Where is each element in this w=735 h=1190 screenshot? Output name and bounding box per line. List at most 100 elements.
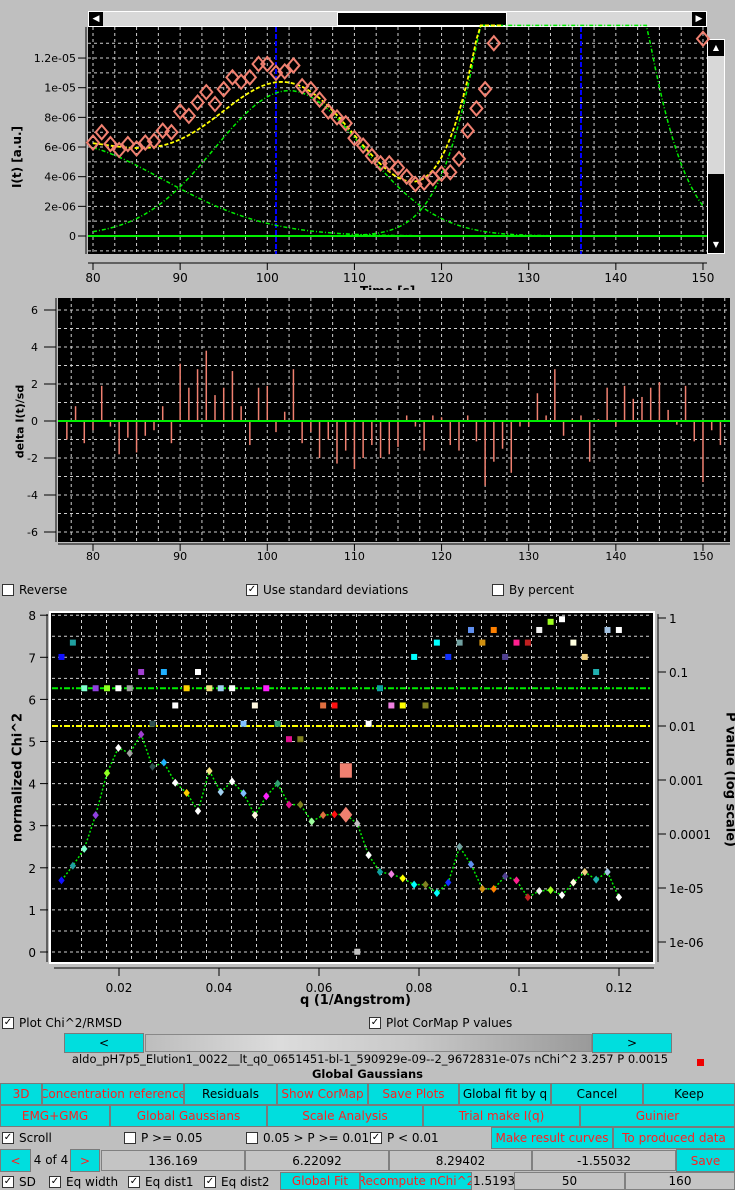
use-sd-label: Use standard deviations [263,583,409,597]
p-mid-checkbox[interactable]: 0.05 > P >= 0.01 [246,1131,369,1145]
pvalue-point [331,702,338,709]
x-tick-label: 0.1 [509,981,528,995]
checkbox-box[interactable] [124,1132,136,1144]
emg-gmg-button[interactable]: EMG+GMG [0,1105,110,1127]
pvalue-point [104,685,110,692]
checkbox-box[interactable] [246,1132,258,1144]
global-fit-by-q-button[interactable]: Global fit by q [459,1083,551,1105]
scroll-checkbox[interactable]: ✓ Scroll [2,1131,52,1145]
pvalue-point [615,626,622,633]
p-ge-005-checkbox[interactable]: P >= 0.05 [124,1131,203,1145]
status-indicator [697,1059,704,1066]
fit-start-field[interactable]: 50 [514,1172,625,1190]
curve-label: aldo_pH7p5_Elution1_0022__lt_q0_0651451-… [71,1052,669,1066]
recompute-nchi2-button[interactable]: Recompute nChi^2 [360,1172,472,1190]
eq-dist1-checkbox[interactable]: ✓ Eq dist1 [128,1175,194,1189]
param-field-3[interactable]: 8.29402 [389,1150,532,1171]
fit-end-field[interactable]: 160 [625,1172,735,1190]
y-tick-label: 4 [28,778,36,792]
pvalue-point [354,948,361,955]
residual-chart: -6 -4 -2 0 2 4 6 80 90 100 110 120 130 140 150 [27,298,730,563]
checkbox-box[interactable]: ✓ [246,584,258,596]
checkbox-box[interactable] [492,584,504,596]
y-tick-label: 1 [28,904,36,918]
checkbox-box[interactable]: ✓ [369,1017,381,1029]
save-plots-button[interactable]: Save Plots [368,1083,459,1105]
next-curve-button[interactable]: > [592,1033,672,1053]
global-fit-button[interactable]: Global Fit [280,1172,360,1190]
param-field-2[interactable]: 6.22092 [245,1150,389,1171]
scale-analysis-button[interactable]: Scale Analysis [267,1105,423,1127]
plot-cormap-checkbox[interactable]: ✓ Plot CorMap P values [369,1016,512,1030]
y-tick-label: -6 [27,526,38,539]
checkbox-box[interactable]: ✓ [204,1176,216,1188]
checkbox-box[interactable]: ✓ [2,1132,14,1144]
p-lt-001-checkbox[interactable]: ✓ P < 0.01 [370,1131,439,1145]
pvalue-point [286,736,292,743]
pvalue-point [251,702,258,709]
reverse-checkbox[interactable]: Reverse [2,583,67,597]
previous-page-button[interactable]: < [0,1149,31,1172]
x-axis-label: Time [s] [360,282,415,290]
previous-curve-button[interactable]: < [64,1033,144,1053]
checkbox-box[interactable]: ✓ [128,1176,140,1188]
save-button[interactable]: Save [676,1149,735,1172]
x-tick-label: 150 [692,271,715,285]
param-field-1[interactable]: 136.169 [101,1150,245,1171]
curve-slider[interactable] [145,1034,592,1052]
cancel-button[interactable]: Cancel [551,1083,643,1105]
checkbox-box[interactable]: ✓ [2,1176,14,1188]
residual-y-axis-label: delta I(t)/sd [13,384,27,459]
eq-dist2-label: Eq dist2 [221,1175,270,1189]
checkbox-box[interactable]: ✓ [370,1132,382,1144]
pvalue-point [456,639,463,646]
x-tick-label: 110 [344,550,365,563]
eq-dist2-checkbox[interactable]: ✓ Eq dist2 [204,1175,270,1189]
plot-chi2-checkbox[interactable]: ✓ Plot Chi^2/RMSD [2,1016,122,1030]
pvalue-point [160,669,167,675]
to-produced-data-button[interactable]: To produced data [613,1127,735,1149]
checkbox-box[interactable]: ✓ [49,1176,61,1188]
x-tick-label: 80 [86,550,100,563]
pvalue-point [229,685,236,692]
x-tick-label: 120 [431,550,452,563]
use-sd-checkbox[interactable]: ✓ Use standard deviations [246,583,408,597]
pvalue-point [92,685,99,692]
pvalue-point [593,669,600,675]
global-gaussians-button[interactable]: Global Gaussians [110,1105,267,1127]
pvalue-point [513,639,520,646]
show-cormap-button[interactable]: Show CorMap [277,1083,368,1105]
pvalue-point [604,626,611,633]
make-result-curves-button[interactable]: Make result curves [491,1127,613,1149]
param-field-4[interactable]: -1.55032 [532,1150,676,1171]
x-tick-label: 0.12 [606,981,633,995]
x-tick-label: 100 [257,550,278,563]
3d-button[interactable]: 3D [0,1083,42,1105]
pvalue-point [399,702,406,709]
pvalue-point [172,702,179,709]
checkbox-box[interactable]: ✓ [2,1017,14,1029]
pvalue-point [377,685,383,692]
pvalue-point [69,639,76,646]
y-tick-label: 3 [28,820,36,834]
concentration-reference-button[interactable]: Concentration reference [42,1083,184,1105]
y-tick-label: 4 [31,341,38,354]
y-tick-label: 4e-06 [44,171,76,184]
trial-make-iq-button[interactable]: Trial make I(q) [423,1105,580,1127]
y-tick-label: 0 [28,946,36,960]
p-ge-005-label: P >= 0.05 [141,1131,203,1145]
checkbox-box[interactable] [2,584,14,596]
y2-tick-label: 0.01 [669,720,696,734]
residuals-button[interactable]: Residuals [184,1083,277,1105]
y2-tick-label: 1e-05 [669,882,704,896]
by-percent-checkbox[interactable]: By percent [492,583,574,597]
guinier-button[interactable]: Guinier [580,1105,735,1127]
x-tick-label: 0.02 [106,981,133,995]
pvalue-point [433,639,440,646]
eq-width-checkbox[interactable]: ✓ Eq width [49,1175,118,1189]
pvalue-point [559,616,565,623]
sd-checkbox[interactable]: ✓ SD [2,1175,36,1189]
next-page-button[interactable]: > [70,1149,100,1172]
keep-button[interactable]: Keep [643,1083,735,1105]
pvalue-point [206,685,213,692]
